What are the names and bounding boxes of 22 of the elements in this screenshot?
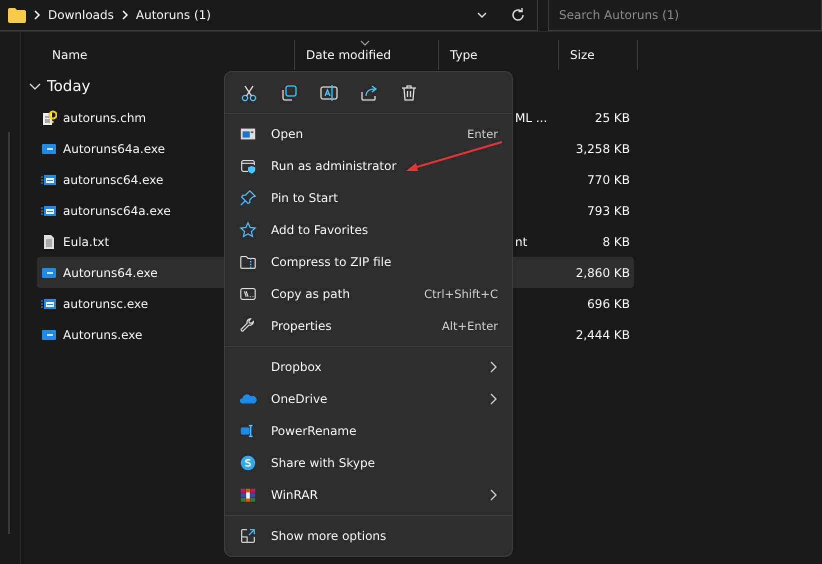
group-header: Today: [47, 77, 90, 95]
file-name: autorunsc64a.exe: [63, 204, 171, 218]
file-name: autoruns.chm: [63, 110, 146, 124]
file-type: nt: [515, 234, 528, 248]
file-size: 696 KB: [587, 296, 630, 310]
file-name: Autoruns64.exe: [63, 266, 158, 280]
file-size: 2,860 KB: [576, 266, 630, 280]
file-name: autorunsc64.exe: [63, 172, 164, 186]
file-name: Eula.txt: [63, 234, 110, 248]
file-size: 3,258 KB: [576, 142, 630, 156]
file-size: 793 KB: [587, 204, 630, 218]
file-name: autorunsc.exe: [63, 296, 148, 310]
shortcut-text: Ctrl+Shift+C: [424, 287, 498, 301]
file-name: Autoruns.exe: [63, 328, 142, 342]
file-name: Autoruns64a.exe: [63, 142, 165, 156]
file-size: 8 KB: [602, 234, 630, 248]
file-size: 2,444 KB: [576, 328, 630, 342]
file-size: 770 KB: [587, 172, 630, 186]
file-size: 25 KB: [594, 110, 630, 124]
shortcut-text: Alt+Enter: [442, 319, 498, 333]
file-type: ML ...: [515, 110, 548, 124]
shortcut-text: Enter: [467, 127, 498, 141]
